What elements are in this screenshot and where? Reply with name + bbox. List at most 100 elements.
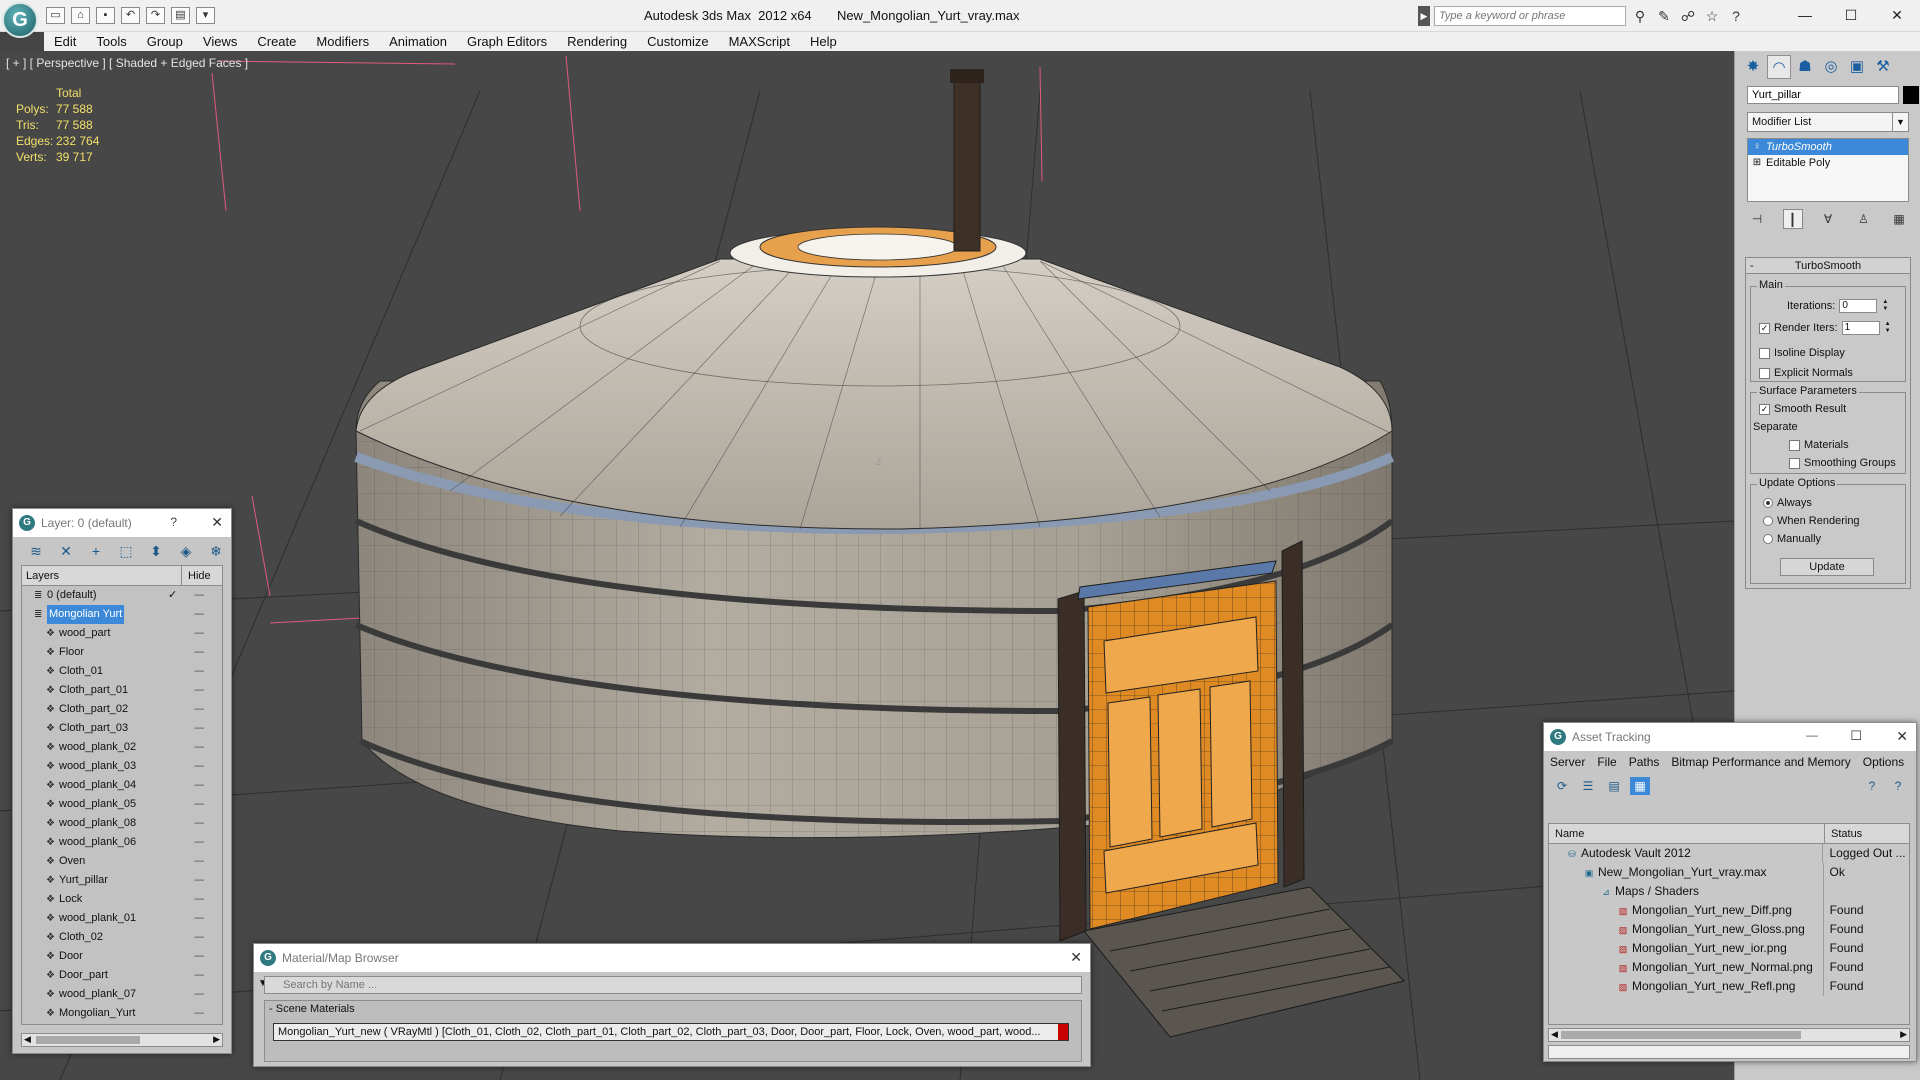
layer-row[interactable]: ❖ Cloth_part_01 ---- <box>22 681 222 700</box>
stack-item-turbosmooth[interactable]: ♀ TurboSmooth <box>1748 139 1908 155</box>
menu-views[interactable]: Views <box>193 32 247 51</box>
keyword-search-input[interactable] <box>1434 6 1626 26</box>
scroll-right-icon[interactable]: ▶ <box>1900 1029 1907 1040</box>
help-icon[interactable]: ? <box>1862 777 1882 795</box>
hide-toggle[interactable]: ---- <box>194 795 204 814</box>
layer-row[interactable]: ❖ wood_plank_03 ---- <box>22 757 222 776</box>
lightbulb-icon[interactable]: ♀ <box>1752 139 1762 155</box>
column-header-status[interactable]: Status <box>1825 824 1862 843</box>
asset-menu-file[interactable]: File <box>1597 755 1616 769</box>
layer-row[interactable]: ❖ Oven ---- <box>22 852 222 871</box>
isoline-checkbox[interactable] <box>1759 347 1770 359</box>
hide-toggle[interactable]: ---- <box>194 776 204 795</box>
viewport-scene[interactable]: Z <box>0 51 1734 1080</box>
scene-materials-header[interactable]: - Scene Materials <box>265 1001 1081 1017</box>
add-layer-icon[interactable]: + <box>85 540 107 562</box>
object-name-field[interactable] <box>1747 86 1899 104</box>
utilities-tab-icon[interactable]: ⚒ <box>1871 55 1895 79</box>
communication-center-icon[interactable]: ☍ <box>1678 6 1698 26</box>
asset-menu-paths[interactable]: Paths <box>1629 755 1660 769</box>
asset-row[interactable]: ▣ New_Mongolian_Yurt_vray.max Ok <box>1549 863 1909 882</box>
update-button[interactable]: Update <box>1780 558 1874 576</box>
when-rendering-radio[interactable] <box>1763 516 1773 526</box>
asset-row[interactable]: ▨ Mongolian_Yurt_new_ior.png Found <box>1549 939 1909 958</box>
menu-modifiers[interactable]: Modifiers <box>306 32 379 51</box>
rollout-header[interactable]: - TurboSmooth <box>1746 258 1910 274</box>
modifier-stack[interactable]: ♀ TurboSmooth ⊞ Editable Poly <box>1747 138 1909 202</box>
explicit-normals-checkbox[interactable] <box>1759 367 1770 379</box>
hide-toggle[interactable]: ---- <box>194 643 204 662</box>
help-icon[interactable]: ? <box>1726 6 1746 26</box>
create-tab-icon[interactable]: ✸ <box>1741 55 1765 79</box>
hierarchy-tab-icon[interactable]: ☗ <box>1793 55 1817 79</box>
layer-row[interactable]: ❖ Cloth_02 ---- <box>22 928 222 947</box>
minimize-button[interactable]: — <box>1806 728 1818 742</box>
material-entry[interactable]: Mongolian_Yurt_new ( VRayMtl ) [Cloth_01… <box>273 1023 1069 1041</box>
smoothing-groups-checkbox[interactable] <box>1789 457 1800 469</box>
close-button[interactable]: ✕ <box>1070 949 1082 966</box>
material-search-input[interactable] <box>264 976 1082 994</box>
spinner-arrows-icon[interactable]: ▲ ▼ <box>1884 321 1892 335</box>
layer-row[interactable]: ❖ Cloth_part_03 ---- <box>22 719 222 738</box>
chevron-down-icon[interactable]: ▼ <box>1892 113 1908 131</box>
layer-row[interactable]: ❖ Lock ---- <box>22 890 222 909</box>
hide-toggle[interactable]: ---- <box>194 928 204 947</box>
perspective-viewport[interactable]: Z [ + ] [ Perspective ] [ Shaded + Edged… <box>0 51 1734 1080</box>
asset-row[interactable]: ▨ Mongolian_Yurt_new_Gloss.png Found <box>1549 920 1909 939</box>
spinner-arrows-icon[interactable]: ▲ ▼ <box>1881 299 1889 313</box>
layer-row[interactable]: ❖ wood_plank_04 ---- <box>22 776 222 795</box>
redo-icon[interactable]: ↷ <box>146 7 165 24</box>
layer-row[interactable]: ❖ wood_plank_05 ---- <box>22 795 222 814</box>
hide-toggle[interactable]: ---- <box>194 871 204 890</box>
menu-edit[interactable]: Edit <box>44 32 86 51</box>
search-collapse-icon[interactable]: ▶ <box>1418 6 1430 26</box>
stack-item-editable-poly[interactable]: ⊞ Editable Poly <box>1748 155 1908 171</box>
layer-row[interactable]: ❖ Cloth_01 ---- <box>22 662 222 681</box>
remove-modifier-icon[interactable]: ♙ <box>1854 209 1874 229</box>
hide-toggle[interactable]: ---- <box>194 605 204 624</box>
asset-menu-options[interactable]: Options <box>1863 755 1904 769</box>
hide-toggle[interactable]: ---- <box>194 700 204 719</box>
horizontal-scrollbar[interactable]: ◀ ▶ <box>1548 1028 1910 1042</box>
maximize-button[interactable]: ☐ <box>1850 728 1862 744</box>
scroll-right-icon[interactable]: ▶ <box>213 1034 220 1045</box>
layer-row[interactable]: ❖ Floor ---- <box>22 643 222 662</box>
layer-row[interactable]: ❖ Door ---- <box>22 947 222 966</box>
delete-layer-icon[interactable]: ✕ <box>55 540 77 562</box>
menu-graph-editors[interactable]: Graph Editors <box>457 32 557 51</box>
configure-sets-icon[interactable]: ▦ <box>1889 209 1909 229</box>
asset-path-field[interactable] <box>1548 1045 1910 1059</box>
viewport-label-menu[interactable]: [ + ] [ Perspective ] [ Shaded + Edged F… <box>6 56 248 70</box>
hide-toggle[interactable]: ---- <box>194 909 204 928</box>
make-unique-icon[interactable]: ∀ <box>1818 209 1838 229</box>
close-button[interactable]: ✕ <box>1874 0 1920 30</box>
menu-group[interactable]: Group <box>137 32 193 51</box>
menu-animation[interactable]: Animation <box>379 32 457 51</box>
asset-menu-bitmap-performance[interactable]: Bitmap Performance and Memory <box>1671 755 1850 769</box>
always-radio[interactable] <box>1763 498 1773 508</box>
render-iters-checkbox[interactable]: ✓ <box>1759 322 1770 334</box>
hide-toggle[interactable]: ---- <box>194 1004 204 1023</box>
help-search-icon[interactable]: ? <box>1888 777 1908 795</box>
hide-toggle[interactable]: ---- <box>194 681 204 700</box>
hide-toggle[interactable]: ---- <box>194 833 204 852</box>
menu-create[interactable]: Create <box>247 32 306 51</box>
menu-customize[interactable]: Customize <box>637 32 718 51</box>
display-tab-icon[interactable]: ▣ <box>1845 55 1869 79</box>
collapse-minus-icon[interactable]: - <box>1750 258 1754 274</box>
menu-help[interactable]: Help <box>800 32 847 51</box>
close-button[interactable]: ✕ <box>1896 728 1908 745</box>
maximize-button[interactable]: ☐ <box>1828 0 1874 30</box>
table-view-icon[interactable]: ▤ <box>1604 777 1624 795</box>
layer-window-titlebar[interactable]: G Layer: 0 (default) ? ✕ <box>13 509 231 537</box>
material-browser-titlebar[interactable]: G Material/Map Browser ✕ <box>254 944 1090 972</box>
app-logo-icon[interactable]: G <box>2 2 38 38</box>
open-file-icon[interactable]: ⌂ <box>71 7 90 24</box>
layer-row[interactable]: ❖ Yurt_pillar ---- <box>22 871 222 890</box>
refresh-icon[interactable]: ⟳ <box>1552 777 1572 795</box>
layer-row[interactable]: ❖ Cloth_part_02 ---- <box>22 700 222 719</box>
hide-all-icon[interactable]: ◈ <box>175 540 197 562</box>
layer-row[interactable]: ≣ Mongolian Yurt ---- <box>22 605 222 624</box>
layer-row[interactable]: ❖ wood_part ---- <box>22 624 222 643</box>
layer-row[interactable]: ❖ Door_part ---- <box>22 966 222 985</box>
